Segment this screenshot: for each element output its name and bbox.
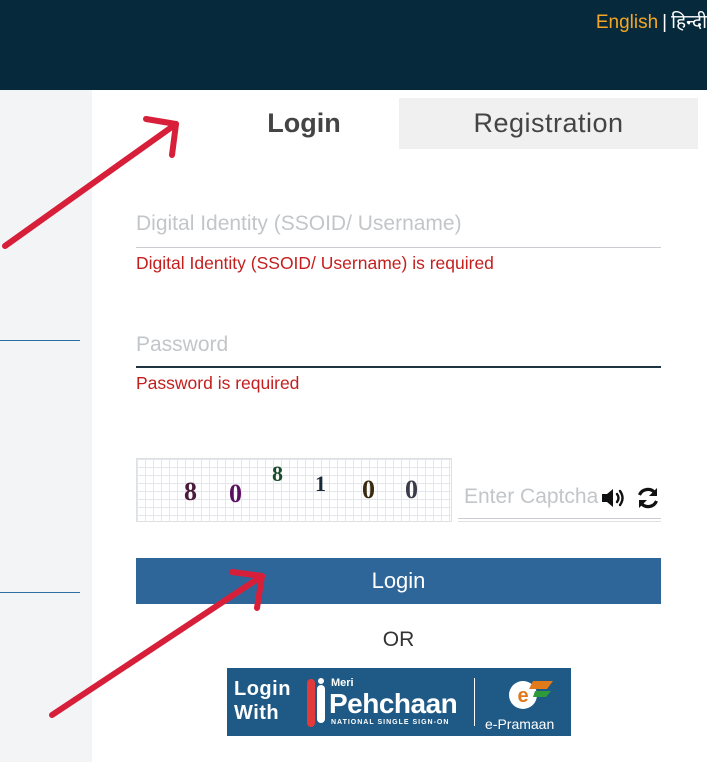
captcha-digit: 0 (229, 479, 242, 508)
captcha-image: 8 0 8 1 0 0 (136, 458, 452, 522)
username-input[interactable] (136, 208, 661, 240)
lang-hindi-link[interactable]: हिन्दी (671, 12, 707, 33)
username-field-wrap (136, 208, 661, 240)
meri-pehchaan-login-button[interactable]: Login With Meri Pehchaan NATIONAL SINGLE… (227, 668, 571, 736)
nsso-tagline: NATIONAL SINGLE SIGN-ON (331, 719, 450, 726)
username-underline (136, 247, 661, 248)
refresh-icon[interactable] (635, 485, 661, 511)
login-with-label: Login With (234, 677, 291, 725)
side-divider (0, 592, 80, 593)
lang-english-link[interactable]: English (596, 12, 658, 33)
captcha-digit: 0 (362, 475, 375, 504)
login-panel: Login Registration Digital Identity (SSO… (92, 90, 707, 762)
e-pramaan-logo-icon: e (509, 681, 553, 709)
meri-pehchaan-logo-icon (307, 678, 325, 727)
tab-login[interactable]: Login (209, 98, 399, 149)
login-button[interactable]: Login (136, 558, 661, 604)
svg-text:e: e (517, 685, 528, 707)
captcha-digit: 8 (184, 477, 197, 506)
captcha-digit: 0 (405, 475, 418, 504)
password-field-wrap (136, 329, 661, 361)
captcha-underline (458, 518, 661, 519)
or-divider-text: OR (382, 628, 415, 651)
top-header-bar: English | हिन्दी (0, 0, 707, 90)
login-with-line2: With (234, 702, 280, 724)
pehchaan-text: Pehchaan (329, 688, 458, 719)
password-underline (136, 366, 661, 368)
language-switcher: English | हिन्दी (596, 8, 707, 34)
captcha-input[interactable] (464, 482, 609, 512)
captcha-digit: 1 (315, 471, 326, 496)
speaker-icon[interactable] (600, 486, 628, 510)
login-with-line1: Login (234, 678, 291, 700)
tab-registration[interactable]: Registration (399, 98, 698, 149)
side-divider (0, 340, 80, 341)
captcha-digit: 8 (272, 461, 283, 486)
badge-divider (474, 678, 475, 726)
password-input[interactable] (136, 329, 661, 361)
captcha-field-wrap (464, 482, 609, 512)
left-side-panel (0, 90, 92, 762)
captcha-underline (458, 521, 661, 522)
password-error: Password is required (136, 373, 300, 393)
lang-separator: | (662, 12, 668, 33)
e-pramaan-text: e-Pramaan (485, 716, 555, 732)
username-error: Digital Identity (SSOID/ Username) is re… (136, 253, 494, 273)
